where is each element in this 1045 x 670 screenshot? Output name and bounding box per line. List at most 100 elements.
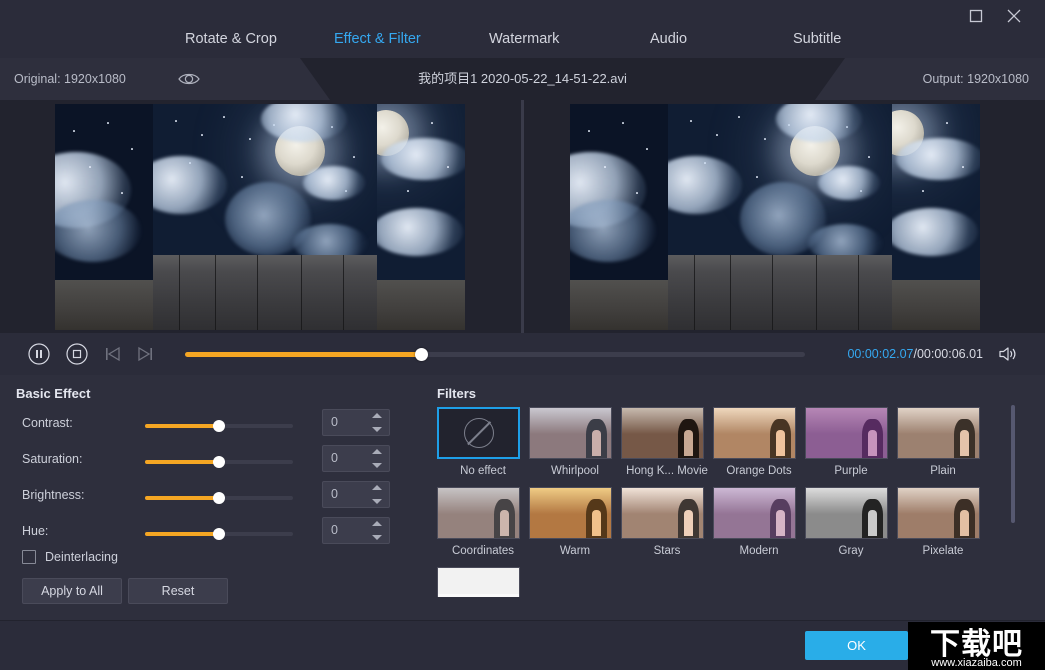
filter-thumbnail[interactable] <box>437 487 520 539</box>
contrast-slider[interactable] <box>145 424 293 428</box>
brightness-label: Brightness: <box>22 488 85 502</box>
saturation-label: Saturation: <box>22 452 82 466</box>
contrast-slider-fill <box>145 424 219 428</box>
filter-preview-image <box>714 408 795 458</box>
hue-stepper[interactable]: 0 <box>322 517 390 544</box>
filter-item[interactable]: No effect <box>437 407 529 477</box>
saturation-slider[interactable] <box>145 460 293 464</box>
seek-slider[interactable] <box>185 352 805 357</box>
main-tab-bar: Rotate & Crop Effect & Filter Watermark … <box>0 22 1045 56</box>
hue-slider[interactable] <box>145 532 293 536</box>
filter-thumbnail[interactable] <box>713 487 796 539</box>
filter-item[interactable]: Coordinates <box>437 487 529 557</box>
saturation-stepper[interactable]: 0 <box>322 445 390 472</box>
seek-handle[interactable] <box>415 348 428 361</box>
filter-item[interactable]: Whirlpool <box>529 407 621 477</box>
filter-item[interactable]: Pixelate <box>897 487 989 557</box>
contrast-stepper[interactable]: 0 <box>322 409 390 436</box>
slider-row-hue: Hue: 0 <box>0 517 420 551</box>
filter-thumbnail[interactable] <box>621 407 704 459</box>
filter-item[interactable]: Orange Dots <box>713 407 805 477</box>
pause-icon[interactable] <box>27 342 51 366</box>
filters-scroll-area[interactable]: No effectWhirlpoolHong K... MovieOrange … <box>437 407 1007 597</box>
brightness-slider-knob[interactable] <box>213 492 225 504</box>
filter-thumbnail[interactable] <box>529 487 612 539</box>
filter-preview-image <box>898 488 979 538</box>
filters-scrollbar-thumb[interactable] <box>1011 405 1015 523</box>
output-video-frame <box>570 104 980 330</box>
brightness-stepper-arrows[interactable] <box>371 484 383 505</box>
volume-icon[interactable] <box>997 344 1019 364</box>
eye-icon[interactable] <box>176 68 202 90</box>
filter-item[interactable]: Modern <box>713 487 805 557</box>
original-preview-panel[interactable] <box>0 100 521 333</box>
filter-thumbnail[interactable] <box>897 407 980 459</box>
video-slice-left <box>570 104 668 330</box>
contrast-value: 0 <box>331 410 338 435</box>
seek-fill <box>185 352 421 357</box>
filter-thumbnail[interactable] <box>437 567 520 597</box>
filter-item[interactable]: Hong K... Movie <box>621 407 713 477</box>
no-effect-icon <box>464 418 494 448</box>
filter-thumbnail[interactable] <box>621 487 704 539</box>
stop-icon[interactable] <box>65 342 89 366</box>
footer-bar: OK <box>0 620 1045 670</box>
current-time: 00:00:02.07 <box>847 347 913 361</box>
watermark-url: www.xiazaiba.com <box>908 657 1045 669</box>
reset-button[interactable]: Reset <box>128 578 228 604</box>
filter-item[interactable]: Stars <box>621 487 713 557</box>
filter-label: Orange Dots <box>713 465 805 477</box>
brightness-stepper[interactable]: 0 <box>322 481 390 508</box>
video-slice-center <box>668 104 892 330</box>
previous-frame-icon[interactable] <box>101 342 125 366</box>
deinterlacing-row[interactable]: Deinterlacing <box>22 550 118 564</box>
filter-preview-image <box>806 488 887 538</box>
contrast-stepper-arrows[interactable] <box>371 412 383 433</box>
filter-label: Coordinates <box>437 545 529 557</box>
wooden-deck <box>668 255 892 330</box>
hue-slider-knob[interactable] <box>213 528 225 540</box>
hue-slider-fill <box>145 532 219 536</box>
wooden-deck <box>153 255 377 330</box>
filter-thumbnail[interactable] <box>805 407 888 459</box>
contrast-slider-knob[interactable] <box>213 420 225 432</box>
tab-rotate-crop[interactable]: Rotate & Crop <box>185 22 277 56</box>
filters-scrollbar[interactable] <box>1011 405 1015 595</box>
filter-label: Warm <box>529 545 621 557</box>
ok-button[interactable]: OK <box>805 631 908 660</box>
filter-preview-image <box>898 408 979 458</box>
filter-preview-image <box>714 488 795 538</box>
next-frame-icon[interactable] <box>133 342 157 366</box>
saturation-slider-knob[interactable] <box>213 456 225 468</box>
tab-audio[interactable]: Audio <box>650 22 687 56</box>
filter-thumbnail[interactable] <box>529 407 612 459</box>
filter-preview-image <box>438 488 519 538</box>
chevron-down-icon <box>371 498 383 505</box>
output-preview-panel[interactable] <box>524 100 1045 333</box>
chevron-up-icon <box>371 520 383 527</box>
filter-item[interactable]: Plain <box>897 407 989 477</box>
apply-to-all-button[interactable]: Apply to All <box>22 578 122 604</box>
filter-item[interactable] <box>437 567 529 597</box>
filter-thumbnail[interactable] <box>897 487 980 539</box>
saturation-stepper-arrows[interactable] <box>371 448 383 469</box>
output-resolution-label: Output: 1920x1080 <box>923 58 1029 100</box>
filter-label: Modern <box>713 545 805 557</box>
tab-subtitle[interactable]: Subtitle <box>793 22 841 56</box>
filter-thumbnail[interactable] <box>805 487 888 539</box>
filter-thumbnail[interactable] <box>437 407 520 459</box>
filter-item[interactable]: Warm <box>529 487 621 557</box>
hue-stepper-arrows[interactable] <box>371 520 383 541</box>
filter-item[interactable]: Purple <box>805 407 897 477</box>
deinterlacing-checkbox[interactable] <box>22 550 36 564</box>
filter-item[interactable]: Gray <box>805 487 897 557</box>
filter-label: Plain <box>897 465 989 477</box>
brightness-slider[interactable] <box>145 496 293 500</box>
filter-thumbnail[interactable] <box>713 407 796 459</box>
original-video-frame <box>55 104 465 330</box>
filter-preview-image <box>622 408 703 458</box>
hue-value: 0 <box>331 518 338 543</box>
filter-label: No effect <box>437 465 529 477</box>
tab-effect-filter[interactable]: Effect & Filter <box>334 22 421 56</box>
tab-watermark[interactable]: Watermark <box>489 22 559 56</box>
